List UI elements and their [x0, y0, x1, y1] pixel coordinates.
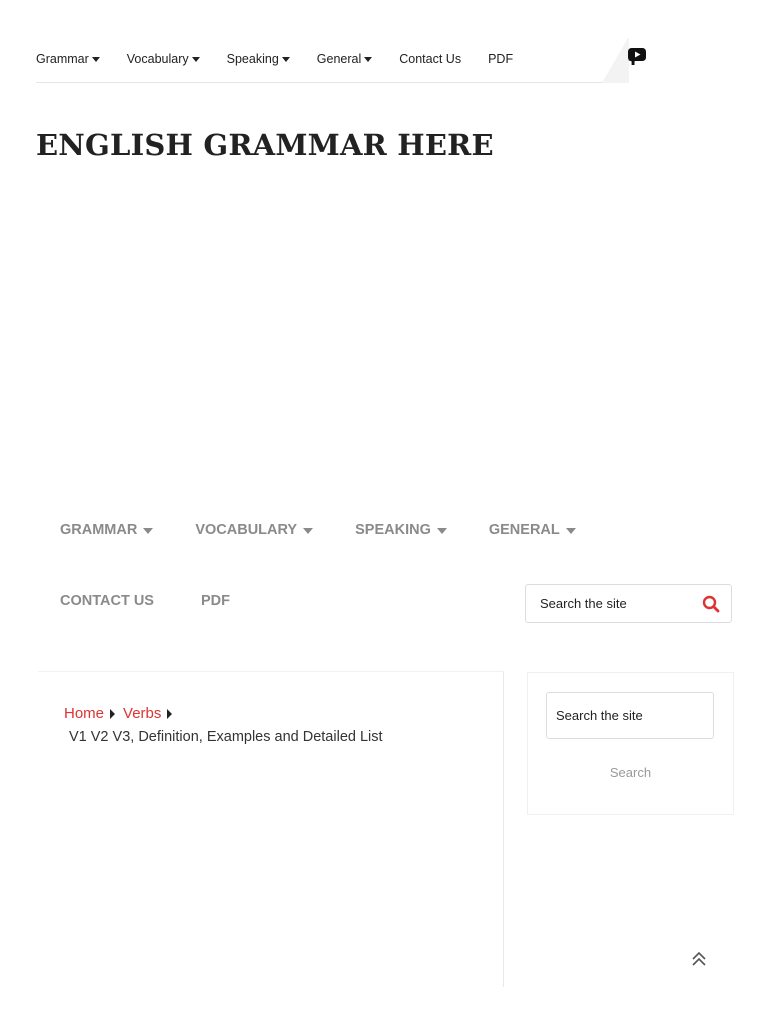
breadcrumb-home[interactable]: Home	[64, 705, 104, 722]
breadcrumb-verbs[interactable]: Verbs	[123, 705, 161, 722]
main-nav-general[interactable]: GENERAL	[489, 522, 576, 538]
twitter-icon[interactable]	[628, 48, 692, 70]
caret-right-icon	[167, 708, 173, 719]
social-links	[628, 48, 724, 70]
back-to-top-icon[interactable]	[689, 949, 709, 969]
top-bar: Grammar Vocabulary Speaking General Cont…	[36, 38, 732, 83]
sidebar-search-widget: Search the site Search	[527, 672, 734, 815]
caret-down-icon	[565, 528, 576, 534]
caret-down-icon	[91, 57, 100, 62]
top-nav-speaking[interactable]: Speaking	[227, 52, 290, 66]
top-navigation: Grammar Vocabulary Speaking General Cont…	[36, 52, 540, 66]
search-icon[interactable]	[701, 594, 721, 614]
top-nav-general[interactable]: General	[317, 52, 373, 66]
caret-right-icon	[110, 708, 116, 719]
main-navigation: GRAMMAR VOCABULARY SPEAKING GENERAL	[60, 522, 618, 538]
caret-down-icon	[303, 528, 314, 534]
caret-down-icon	[191, 57, 200, 62]
breadcrumb-current: V1 V2 V3, Definition, Examples and Detai…	[69, 729, 383, 745]
youtube-icon[interactable]	[628, 48, 724, 70]
social-bar	[602, 38, 732, 83]
site-title[interactable]: ENGLISH GRAMMAR HERE	[36, 128, 494, 162]
main-nav-pdf[interactable]: PDF	[201, 593, 230, 609]
caret-down-icon	[143, 528, 154, 534]
caret-down-icon	[436, 528, 447, 534]
main-content: Home Verbs V1 V2 V3, Definition, Example…	[38, 671, 504, 987]
top-nav-grammar[interactable]: Grammar	[36, 52, 100, 66]
top-nav-pdf[interactable]: PDF	[488, 52, 513, 66]
main-nav-speaking[interactable]: SPEAKING	[355, 522, 447, 538]
breadcrumb: Home Verbs	[64, 705, 180, 722]
main-nav-grammar[interactable]: GRAMMAR	[60, 522, 154, 538]
top-nav-contact-us[interactable]: Contact Us	[399, 52, 461, 66]
sidebar-search-button[interactable]: Search	[528, 765, 733, 780]
header-search-placeholder: Search the site	[540, 596, 627, 611]
caret-down-icon	[364, 57, 373, 62]
header-search-input[interactable]: Search the site	[525, 584, 732, 623]
sidebar-search-placeholder: Search the site	[556, 708, 643, 723]
main-nav-vocabulary[interactable]: VOCABULARY	[195, 522, 314, 538]
top-nav-vocabulary[interactable]: Vocabulary	[127, 52, 200, 66]
main-navigation-row2: CONTACT US PDF	[60, 593, 277, 609]
caret-down-icon	[281, 57, 290, 62]
main-nav-contact-us[interactable]: CONTACT US	[60, 593, 154, 609]
sidebar-search-input[interactable]: Search the site	[546, 692, 714, 739]
